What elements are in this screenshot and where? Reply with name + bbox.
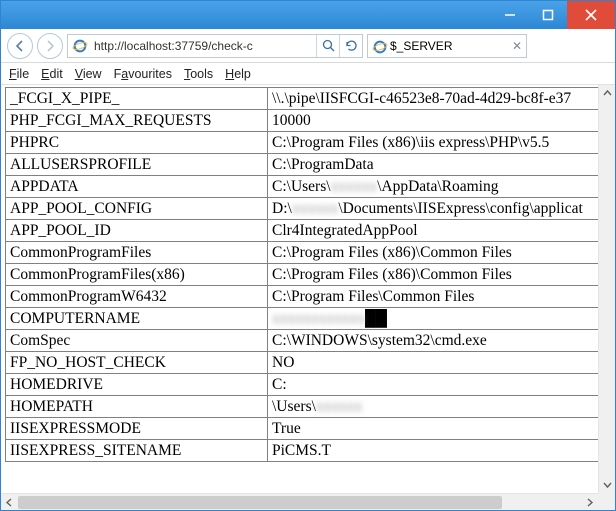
refresh-icon[interactable] xyxy=(340,35,362,57)
var-value: C:\Users\xxxxxx\AppData\Roaming xyxy=(268,176,615,198)
navbar: $_SERVER ✕ xyxy=(1,29,615,63)
url-input[interactable] xyxy=(92,36,316,56)
var-name: APP_POOL_CONFIG xyxy=(6,198,268,220)
titlebar-drag-area[interactable] xyxy=(1,1,491,29)
menubar: File Edit View Favourites Tools Help xyxy=(1,63,615,85)
table-row: CommonProgramW6432C:\Program Files\Commo… xyxy=(6,286,615,308)
var-value: C:\WINDOWS\system32\cmd.exe xyxy=(268,330,615,352)
tab-title: $_SERVER xyxy=(390,39,508,53)
maximize-button[interactable] xyxy=(529,1,567,29)
scroll-down-icon[interactable] xyxy=(599,476,615,493)
var-value: True xyxy=(268,418,615,440)
command-bar xyxy=(531,37,609,55)
table-row: APP_POOL_IDClr4IntegratedAppPool xyxy=(6,220,615,242)
var-value: \\.\pipe\IISFCGI-c46523e8-70ad-4d29-bc8f… xyxy=(268,88,615,110)
menu-view[interactable]: View xyxy=(75,67,102,81)
var-value: Clr4IntegratedAppPool xyxy=(268,220,615,242)
table-row: IISEXPRESS_SITENAMEPiCMS.T xyxy=(6,440,615,462)
document-body: _FCGI_X_PIPE_\\.\pipe\IISFCGI-c46523e8-7… xyxy=(1,85,615,493)
tab-strip: $_SERVER ✕ xyxy=(367,32,527,60)
table-row: CommonProgramFilesC:\Program Files (x86)… xyxy=(6,242,615,264)
table-row: PHPRCC:\Program Files (x86)\iis express\… xyxy=(6,132,615,154)
address-bar xyxy=(67,34,363,58)
table-row: HOMEPATH\Users\xxxxxx xyxy=(6,396,615,418)
menu-favourites[interactable]: Favourites xyxy=(114,67,172,81)
var-value: PiCMS.T xyxy=(268,440,615,462)
var-name: CommonProgramW6432 xyxy=(6,286,268,308)
var-name: PHP_FCGI_MAX_REQUESTS xyxy=(6,110,268,132)
var-name: IISEXPRESSMODE xyxy=(6,418,268,440)
table-row: APP_POOL_CONFIGD:\xxxxxx\Documents\IISEx… xyxy=(6,198,615,220)
var-name: CommonProgramFiles(x86) xyxy=(6,264,268,286)
var-value: C:\Program Files\Common Files xyxy=(268,286,615,308)
home-icon[interactable] xyxy=(535,37,553,55)
var-name: IISEXPRESS_SITENAME xyxy=(6,440,268,462)
titlebar xyxy=(1,1,615,29)
var-name: HOMEPATH xyxy=(6,396,268,418)
menu-help[interactable]: Help xyxy=(225,67,251,81)
back-button[interactable] xyxy=(7,33,33,59)
horizontal-scrollbar[interactable] xyxy=(1,493,598,510)
ie-icon xyxy=(71,37,89,55)
vertical-scrollbar[interactable] xyxy=(598,85,615,493)
table-row: IISEXPRESSMODETrue xyxy=(6,418,615,440)
table-row: ALLUSERSPROFILEC:\ProgramData xyxy=(6,154,615,176)
table-row: CommonProgramFiles(x86)C:\Program Files … xyxy=(6,264,615,286)
table-row: HOMEDRIVEC: xyxy=(6,374,615,396)
var-value: C:\ProgramData xyxy=(268,154,615,176)
scroll-right-icon[interactable] xyxy=(581,494,598,511)
var-value: C: xyxy=(268,374,615,396)
var-value: NO xyxy=(268,352,615,374)
var-name: ALLUSERSPROFILE xyxy=(6,154,268,176)
tab-close-icon[interactable]: ✕ xyxy=(512,39,522,53)
var-name: ComSpec xyxy=(6,330,268,352)
browser-window: $_SERVER ✕ File Edit View Favourites Too… xyxy=(0,0,616,511)
var-name: PHPRC xyxy=(6,132,268,154)
scroll-left-icon[interactable] xyxy=(1,494,18,511)
scroll-up-icon[interactable] xyxy=(599,85,615,102)
ie-icon xyxy=(372,39,386,53)
var-name: CommonProgramFiles xyxy=(6,242,268,264)
var-value: D:\xxxxxx\Documents\IISExpress\config\ap… xyxy=(268,198,615,220)
scroll-corner xyxy=(598,493,615,510)
var-value: \Users\xxxxxx xyxy=(268,396,615,418)
tools-icon[interactable] xyxy=(587,37,605,55)
var-name: COMPUTERNAME xyxy=(6,308,268,330)
var-name: APP_POOL_ID xyxy=(6,220,268,242)
menu-file[interactable]: File xyxy=(9,67,29,81)
var-value: xxxxxxxxxxxx██ xyxy=(268,308,615,330)
content-area: _FCGI_X_PIPE_\\.\pipe\IISFCGI-c46523e8-7… xyxy=(1,85,615,510)
menu-edit[interactable]: Edit xyxy=(41,67,63,81)
menu-tools[interactable]: Tools xyxy=(184,67,213,81)
var-name: APPDATA xyxy=(6,176,268,198)
table-row: PHP_FCGI_MAX_REQUESTS10000 xyxy=(6,110,615,132)
favorites-icon[interactable] xyxy=(561,37,579,55)
table-row: APPDATAC:\Users\xxxxxx\AppData\Roaming xyxy=(6,176,615,198)
tab-active[interactable]: $_SERVER ✕ xyxy=(367,34,527,58)
close-button[interactable] xyxy=(567,1,615,29)
search-icon[interactable] xyxy=(317,35,339,57)
var-name: HOMEDRIVE xyxy=(6,374,268,396)
minimize-button[interactable] xyxy=(491,1,529,29)
var-value: C:\Program Files (x86)\Common Files xyxy=(268,242,615,264)
var-name: FP_NO_HOST_CHECK xyxy=(6,352,268,374)
var-value: C:\Program Files (x86)\iis express\PHP\v… xyxy=(268,132,615,154)
forward-button[interactable] xyxy=(37,33,63,59)
table-row: _FCGI_X_PIPE_\\.\pipe\IISFCGI-c46523e8-7… xyxy=(6,88,615,110)
server-vars-table: _FCGI_X_PIPE_\\.\pipe\IISFCGI-c46523e8-7… xyxy=(5,87,615,462)
var-value: C:\Program Files (x86)\Common Files xyxy=(268,264,615,286)
var-value: 10000 xyxy=(268,110,615,132)
table-row: COMPUTERNAMExxxxxxxxxxxx██ xyxy=(6,308,615,330)
table-row: FP_NO_HOST_CHECKNO xyxy=(6,352,615,374)
var-name: _FCGI_X_PIPE_ xyxy=(6,88,268,110)
table-row: ComSpecC:\WINDOWS\system32\cmd.exe xyxy=(6,330,615,352)
